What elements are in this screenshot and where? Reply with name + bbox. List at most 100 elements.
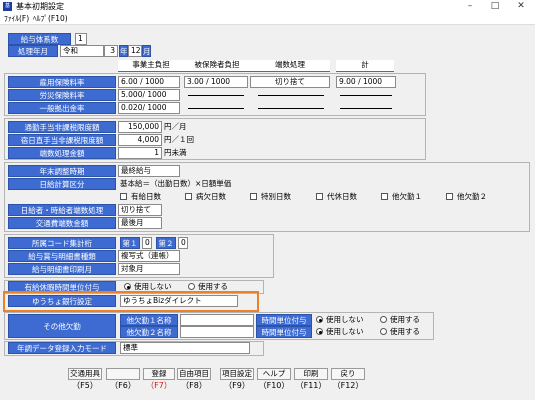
employment-total-field: 9.00 / 1000 — [336, 76, 396, 88]
hourly-leave-off-radio[interactable] — [124, 283, 131, 290]
checkbox-label: 代休日数 — [327, 192, 357, 201]
year-end-timing-field[interactable]: 最終給与 — [118, 165, 180, 177]
slip-type-field[interactable]: 複写式（連帳） — [118, 250, 180, 262]
night-duty-limit-label: 宿日直手当非課税限度額 — [8, 134, 116, 146]
grant-2-off-radio[interactable] — [316, 328, 323, 335]
absence-name-1-label: 他欠勤１名称 — [120, 314, 178, 326]
free-items-button[interactable]: 自由項目 — [177, 368, 211, 380]
hourly-leave-on-radio[interactable] — [188, 283, 195, 290]
empty-cell-line — [258, 95, 324, 96]
checkbox-sick-days[interactable] — [185, 193, 192, 200]
code-second-label: 第２ — [156, 237, 176, 249]
commute-limit-unit: 円／月 — [164, 122, 187, 131]
employment-employer-field[interactable]: 6.00 / 1000 — [118, 76, 180, 88]
item-settings-button[interactable]: 項目設定 — [220, 368, 254, 380]
year-end-timing-label: 年末調整時期 — [8, 165, 116, 177]
checkbox-label: 病欠日数 — [196, 192, 226, 201]
checkbox-paid-days[interactable] — [120, 193, 127, 200]
slip-type-label: 給与賞与明細書種類 — [8, 250, 116, 262]
slip-month-label: 給与明細書印刷月 — [8, 263, 116, 275]
night-duty-limit-unit: 円／１回 — [164, 135, 194, 144]
rounding-amount-label: 端数処理金額 — [8, 147, 116, 159]
yucho-bank-field[interactable]: ゆうちょBizダイレクト — [120, 295, 238, 307]
yearend-mode-label: 年調データ登録入力モード — [8, 342, 116, 354]
hourly-grant-1-label: 時間単位付与 — [256, 314, 312, 326]
f6-button[interactable] — [106, 368, 140, 380]
month-unit: 月 — [142, 45, 151, 57]
empty-cell-line — [340, 95, 392, 96]
header-employee: 被保険者負担 — [184, 60, 250, 72]
code-second-field[interactable]: 0 — [178, 237, 188, 249]
print-button[interactable]: 印刷 — [294, 368, 328, 380]
checkbox-other-absence-2[interactable] — [446, 193, 453, 200]
code-first-field[interactable]: 0 — [142, 237, 152, 249]
workers-comp-field[interactable]: 5.000/ 1000 — [118, 89, 180, 101]
code-first-label: 第１ — [120, 237, 140, 249]
f11-key: （F11） — [295, 381, 327, 390]
other-absence-label: その他欠勤 — [8, 314, 116, 338]
slip-month-field[interactable]: 対象月 — [118, 263, 180, 275]
f6-key: （F6） — [110, 381, 136, 390]
register-button[interactable]: 登録 — [143, 368, 175, 380]
absence-name-2-field[interactable] — [180, 326, 254, 338]
close-icon[interactable]: ✕ — [510, 0, 532, 13]
transit-rounding-label: 交通費端数金額 — [8, 217, 116, 229]
app-icon: 基 — [3, 2, 12, 11]
employment-employee-field[interactable]: 3.00 / 1000 — [184, 76, 248, 88]
minimize-icon[interactable]: – — [459, 0, 481, 13]
maximize-icon[interactable]: □ — [484, 0, 506, 13]
back-button[interactable]: 戻り — [331, 368, 365, 380]
menu-file[interactable]: ﾌｧｲﾙ(F) — [4, 14, 29, 24]
checkbox-special-days[interactable] — [250, 193, 257, 200]
system-count-field[interactable]: 1 — [75, 33, 87, 45]
checkbox-comp-days[interactable] — [316, 193, 323, 200]
daily-rounding-field[interactable]: 切り捨て — [118, 204, 162, 216]
checkbox-label: 特別日数 — [261, 192, 291, 201]
period-label: 処理年月 — [8, 45, 58, 57]
f12-key: （F12） — [332, 381, 364, 390]
daily-calc-formula: 基本給＝（出勤日数）×日額単価 — [120, 179, 232, 188]
help-button[interactable]: ヘルプ — [257, 368, 291, 380]
employment-rate-label: 雇用保険料率 — [8, 76, 116, 88]
code-digits-label: 所属コード集計桁 — [8, 237, 116, 249]
employment-rounding-field[interactable]: 切り捨て — [250, 76, 330, 88]
title-bar — [0, 0, 535, 13]
checkbox-label: 有給日数 — [131, 192, 161, 201]
absence-name-1-field[interactable] — [180, 314, 254, 326]
rounding-amount-field[interactable]: 1 — [118, 147, 162, 159]
yearend-mode-field[interactable]: 標準 — [120, 342, 250, 354]
menu-help[interactable]: ﾍﾙﾌﾟ(F10) — [33, 14, 68, 24]
transit-tools-button[interactable]: 交通用具 — [68, 368, 102, 380]
grant-1-on-radio[interactable] — [380, 316, 387, 323]
workers-comp-label: 労災保険料率 — [8, 89, 116, 101]
grant-2-on-radio[interactable] — [380, 328, 387, 335]
contribution-field[interactable]: 0.020/ 1000 — [118, 102, 180, 114]
window-title: 基本初期設定 — [16, 2, 64, 11]
header-rounding: 端数処理 — [250, 60, 330, 72]
era-field[interactable]: 令和 — [60, 45, 104, 57]
night-duty-limit-field[interactable]: 4,000 — [118, 134, 162, 146]
yucho-bank-label: ゆうちょ銀行設定 — [8, 295, 116, 307]
rounding-amount-unit: 円未満 — [164, 148, 187, 157]
checkbox-label: 他欠勤１ — [392, 192, 422, 201]
transit-rounding-field[interactable]: 最後月 — [118, 217, 162, 229]
f9-key: （F9） — [224, 381, 250, 390]
daily-calc-label: 日給計算区分 — [8, 178, 116, 190]
commute-limit-field[interactable]: 150,000 — [118, 121, 162, 133]
daily-rounding-label: 日給者・時給者端数処理 — [8, 204, 116, 216]
checkbox-other-absence-1[interactable] — [381, 193, 388, 200]
absence-name-2-label: 他欠勤２名称 — [120, 326, 178, 338]
radio-label: 使用する — [390, 315, 420, 324]
grant-1-off-radio[interactable] — [316, 316, 323, 323]
empty-cell-line — [188, 108, 244, 109]
radio-label: 使用しない — [326, 315, 364, 324]
empty-cell-line — [258, 108, 324, 109]
header-total: 計 — [336, 60, 394, 72]
f7-key: （F7） — [146, 381, 172, 390]
hourly-grant-2-label: 時間単位付与 — [256, 326, 312, 338]
year-field[interactable]: 3 — [104, 45, 118, 57]
header-employer: 事業主負担 — [118, 60, 184, 72]
month-field[interactable]: 12 — [128, 45, 142, 57]
empty-cell-line — [188, 95, 244, 96]
empty-cell-line — [340, 108, 392, 109]
